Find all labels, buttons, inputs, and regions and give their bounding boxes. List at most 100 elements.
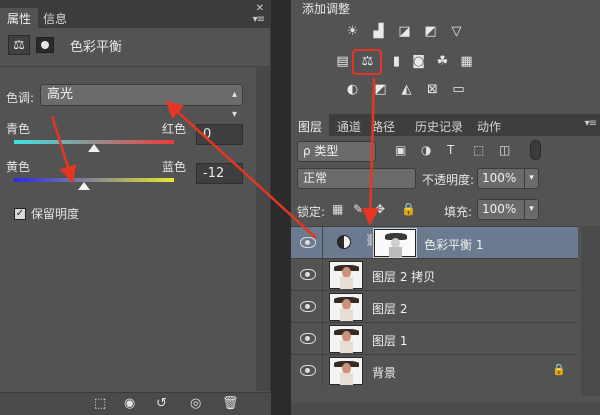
preserve-luminosity-checkbox[interactable]: ✓ xyxy=(14,207,26,220)
layer-mask-thumbnail[interactable] xyxy=(373,228,417,258)
properties-title: 色彩平衡 xyxy=(70,39,123,55)
adjustments-panel: 添加调整 ☀ ▟ ◪ ◩ ▽ ▤ ⚖ ▮ ◙ ☘ ▦ ◐ ◩ ◭ ⊠ ▭ xyxy=(291,0,600,110)
fill-value: 100% xyxy=(482,202,517,216)
chevron-down-icon[interactable]: ▾ xyxy=(524,200,538,219)
fill-input[interactable]: 100% ▾ xyxy=(477,199,539,220)
tone-label: 色调: xyxy=(6,91,35,105)
yellow-blue-slider[interactable] xyxy=(14,178,174,182)
photo-filter-icon[interactable]: ◙ xyxy=(409,54,428,70)
kind-filter-value: ρ 类型 xyxy=(303,144,339,158)
eye-icon[interactable] xyxy=(300,332,316,344)
properties-header: ⚖ 色彩平衡 xyxy=(8,34,122,56)
tab-properties[interactable]: 属性 xyxy=(0,8,39,28)
smart-object-filter-icon[interactable]: ◫ xyxy=(499,143,510,157)
threshold-icon[interactable]: ◭ xyxy=(397,82,416,98)
layer-name: 背景 xyxy=(372,366,397,380)
eye-icon[interactable] xyxy=(300,300,316,312)
layer-name: 图层 2 拷贝 xyxy=(372,270,436,284)
kind-filter-select[interactable]: ρ 类型 xyxy=(297,141,376,162)
updown-chevron-icon: ▴ ▾ xyxy=(231,89,237,120)
delete-icon[interactable]: 🗑 xyxy=(222,396,239,411)
opacity-value: 100% xyxy=(482,171,517,185)
panel-menu-icon[interactable]: ▾≡ xyxy=(253,14,265,25)
preserve-luminosity-row[interactable]: ✓ 保留明度 xyxy=(14,205,79,222)
lock-pixels-icon[interactable]: ✎ xyxy=(353,202,363,216)
slider-red-label: 红色 xyxy=(162,122,187,136)
cyan-red-thumb[interactable] xyxy=(88,144,100,152)
eye-icon[interactable] xyxy=(300,268,316,280)
black-white-icon[interactable]: ▮ xyxy=(387,54,406,70)
type-filter-icon[interactable]: T xyxy=(447,143,454,157)
color-balance-icon[interactable]: ⚖ xyxy=(8,35,30,55)
posterize-icon[interactable]: ◩ xyxy=(371,82,390,98)
lock-all-icon[interactable]: 🔒 xyxy=(401,202,416,216)
slider-yellow-label: 黄色 xyxy=(6,160,31,174)
blend-mode-select[interactable]: 正常 xyxy=(297,168,416,189)
layer-row[interactable]: 背景 🔒 xyxy=(291,354,578,387)
yellow-blue-thumb[interactable] xyxy=(78,182,90,190)
exposure-icon[interactable]: ◩ xyxy=(421,24,440,40)
levels-icon[interactable]: ▟ xyxy=(369,24,388,40)
opacity-input[interactable]: 100% ▾ xyxy=(477,168,539,189)
layer-thumbnail xyxy=(329,325,363,353)
close-icon[interactable]: ✕ xyxy=(256,3,264,14)
right-dock: 添加调整 ☀ ▟ ◪ ◩ ▽ ▤ ⚖ ▮ ◙ ☘ ▦ ◐ ◩ ◭ ⊠ ▭ 图层 … xyxy=(291,0,600,415)
adjustment-filter-icon[interactable]: ◑ xyxy=(421,143,431,157)
layers-scrollbar[interactable] xyxy=(581,226,600,396)
lock-label: 锁定: xyxy=(297,205,326,219)
visibility-icon[interactable]: ◎ xyxy=(190,396,201,411)
tab-actions[interactable]: 动作 xyxy=(477,118,501,135)
properties-tabbar: 属性 信息 ✕ ▾≡ xyxy=(0,0,270,28)
divider xyxy=(0,66,255,67)
cyan-red-value[interactable]: 0 xyxy=(196,124,243,145)
adjustment-layer-icon xyxy=(337,235,351,249)
tone-select[interactable]: 高光 ▴ ▾ xyxy=(40,84,243,120)
layer-row[interactable]: 图层 1 xyxy=(291,322,578,355)
shape-filter-icon[interactable]: ⬚ xyxy=(473,143,484,157)
layer-row[interactable]: ⛓ 色彩平衡 1 xyxy=(291,226,578,259)
clip-to-layer-icon[interactable]: ⬚ xyxy=(94,396,106,411)
preserve-luminosity-label: 保留明度 xyxy=(31,207,80,221)
properties-panel: 属性 信息 ✕ ▾≡ ⚖ 色彩平衡 色调: 高光 ▴▾ 青色 红色 0 洋红 绿… xyxy=(0,0,271,415)
lock-icon: 🔒 xyxy=(552,363,566,376)
vibrance-icon[interactable]: ▽ xyxy=(447,24,466,40)
tab-history[interactable]: 历史记录 xyxy=(415,118,463,135)
reset-icon[interactable]: ↺ xyxy=(156,396,167,411)
layer-row[interactable]: 图层 2 xyxy=(291,290,578,323)
tab-layers[interactable]: 图层 xyxy=(291,114,330,136)
layer-row[interactable]: 图层 2 拷贝 xyxy=(291,258,578,291)
filter-toggle[interactable] xyxy=(530,140,541,160)
tab-info[interactable]: 信息 xyxy=(36,8,74,28)
chevron-down-icon[interactable]: ▾ xyxy=(524,169,538,188)
pixel-filter-icon[interactable]: ▣ xyxy=(395,143,406,157)
selective-color-icon[interactable]: ⊠ xyxy=(423,82,442,98)
eye-icon[interactable] xyxy=(300,236,316,248)
fill-label: 填充: xyxy=(444,205,473,219)
layer-mask-icon[interactable] xyxy=(36,37,54,53)
invert-icon[interactable]: ◐ xyxy=(343,82,362,98)
color-balance-highlight xyxy=(352,49,382,75)
layers-tabbar: 图层 通道 路径 历史记录 动作 ▾≡ xyxy=(291,114,600,136)
properties-scrollbar[interactable] xyxy=(256,66,270,391)
color-lookup-icon[interactable]: ▦ xyxy=(457,54,476,70)
layers-menu-icon[interactable]: ▾≡ xyxy=(585,118,597,129)
layer-thumbnail xyxy=(329,261,363,289)
layer-name: 图层 2 xyxy=(372,302,408,316)
eye-icon[interactable] xyxy=(300,364,316,376)
blend-mode-value: 正常 xyxy=(303,171,328,185)
tab-paths[interactable]: 路径 xyxy=(371,118,395,135)
yellow-blue-value[interactable]: -12 xyxy=(196,163,243,184)
channel-mixer-icon[interactable]: ☘ xyxy=(433,54,452,70)
lock-transparent-icon[interactable]: ▦ xyxy=(332,202,343,216)
view-previous-icon[interactable]: ◉ xyxy=(124,396,135,411)
hue-saturation-icon[interactable]: ▤ xyxy=(333,54,352,70)
layer-filter-row: ρ 类型 ▣ ◑ T ⬚ ◫ xyxy=(291,136,600,164)
tab-channels[interactable]: 通道 xyxy=(337,118,361,135)
layer-name: 图层 1 xyxy=(372,334,408,348)
layer-thumbnail xyxy=(329,293,363,321)
lock-position-icon[interactable]: ✥ xyxy=(375,202,385,216)
brightness-contrast-icon[interactable]: ☀ xyxy=(343,24,362,40)
gradient-map-icon[interactable]: ▭ xyxy=(449,82,468,98)
adjustments-title: 添加调整 xyxy=(302,2,351,16)
curves-icon[interactable]: ◪ xyxy=(395,24,414,40)
